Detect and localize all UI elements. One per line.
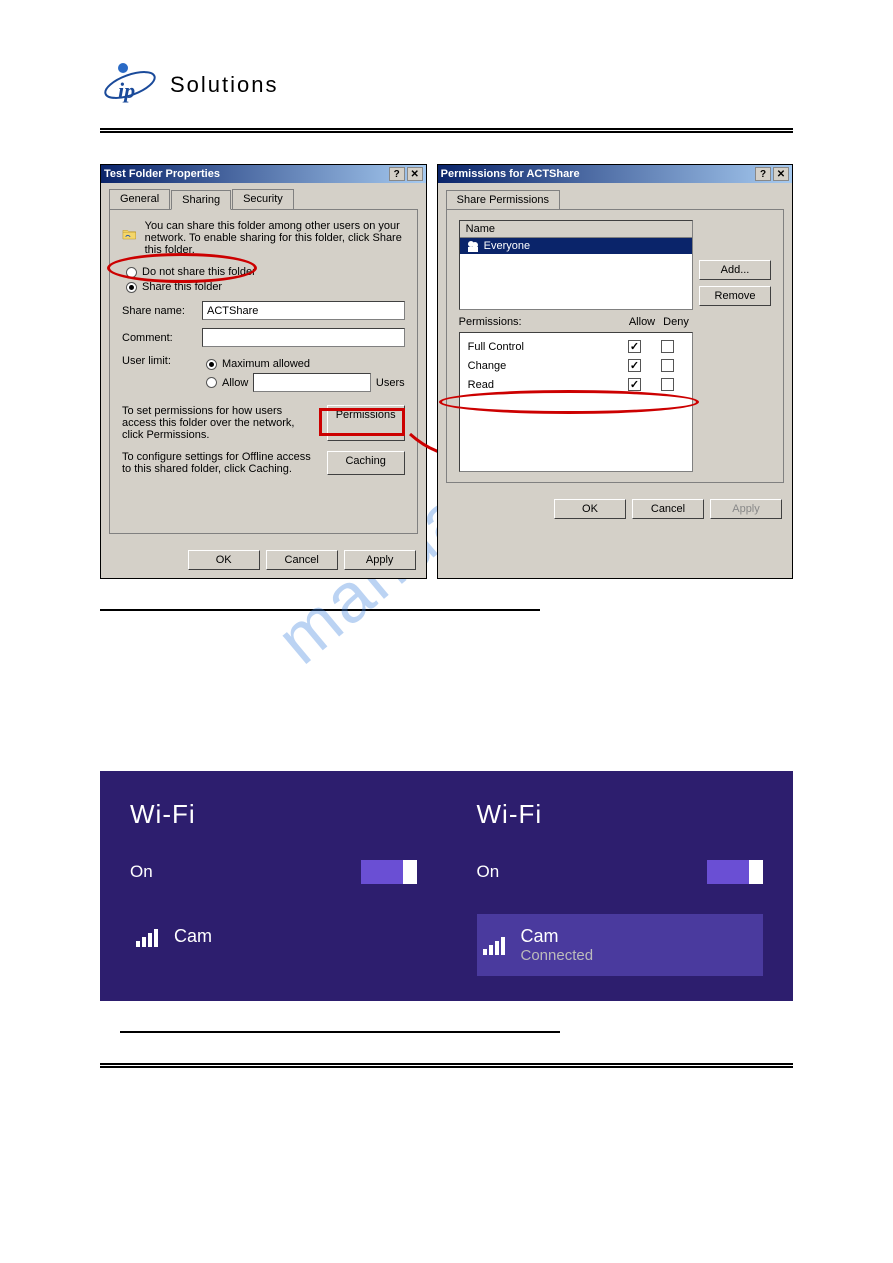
permissions-button[interactable]: Permissions [327,405,405,441]
tab-general[interactable]: General [109,189,170,209]
principals-listbox[interactable]: Name Everyone [459,220,693,310]
signal-bars-icon [136,927,160,947]
user-limit-row: User limit: Maximum allowed Allow Users [122,355,405,395]
permissions-list: Full Control Change Read [459,332,693,472]
tab-sharing[interactable]: Sharing [171,190,231,210]
shared-folder-icon [122,220,137,248]
perm-row-full-control: Full Control [468,337,684,356]
svg-text:ip: ip [118,78,135,103]
radio-no-share[interactable]: Do not share this folder [126,266,405,278]
allow-count-input[interactable] [253,373,371,392]
ip-logo-icon: ip [100,60,160,110]
allow-full-control-checkbox[interactable] [628,340,641,353]
wifi-toggle[interactable] [707,860,763,884]
deny-header: Deny [659,316,693,328]
radio-allow-n[interactable]: Allow Users [206,373,405,392]
tab-strip: General Sharing Security [101,183,426,209]
wifi-toggle[interactable] [361,860,417,884]
add-button[interactable]: Add... [699,260,771,280]
cancel-button[interactable]: Cancel [632,499,704,519]
close-button[interactable]: ✕ [773,167,789,181]
perm-row-change: Change [468,356,684,375]
dialog-title: Permissions for ACTShare [441,168,580,180]
comment-row: Comment: [122,328,405,347]
network-cam[interactable]: Cam [130,914,417,959]
share-description: You can share this folder among other us… [145,220,405,256]
apply-button[interactable]: Apply [710,499,782,519]
tab-security[interactable]: Security [232,189,294,209]
signal-bars-icon [483,935,507,955]
folder-properties-dialog: Test Folder Properties ? ✕ General Shari… [100,164,427,579]
radio-max-allowed[interactable]: Maximum allowed [206,358,405,370]
logo-text: Solutions [170,72,279,98]
network-cam-connected[interactable]: Cam Connected [477,914,764,976]
deny-full-control-checkbox[interactable] [661,340,674,353]
wifi-title: Wi-Fi [477,799,764,830]
wifi-panels: Wi-Fi On Cam Wi-Fi On [100,771,793,1001]
wifi-title: Wi-Fi [130,799,417,830]
radio-share-folder[interactable]: Share this folder [126,281,405,293]
share-name-row: Share name: [122,301,405,320]
apply-button[interactable]: Apply [344,550,416,570]
wifi-panel-before: Wi-Fi On Cam [100,771,447,1001]
permissions-desc: To set permissions for how users access … [122,405,317,441]
wifi-on-label: On [477,862,500,882]
wifi-on-label: On [130,862,153,882]
logo: ip Solutions [100,60,793,110]
deny-change-checkbox[interactable] [661,359,674,372]
help-button[interactable]: ? [755,167,771,181]
comment-input[interactable] [202,328,405,347]
close-button[interactable]: ✕ [407,167,423,181]
perm-row-read: Read [468,375,684,394]
allow-header: Allow [625,316,659,328]
wifi-panel-after: Wi-Fi On Cam Connected [447,771,794,1001]
group-icon [466,239,480,253]
permissions-dialog: Permissions for ACTShare ? ✕ Share Permi… [437,164,793,579]
titlebar: Permissions for ACTShare ? ✕ [438,165,792,183]
cancel-button[interactable]: Cancel [266,550,338,570]
sharing-tab-body: You can share this folder among other us… [109,209,418,534]
help-button[interactable]: ? [389,167,405,181]
titlebar: Test Folder Properties ? ✕ [101,165,426,183]
divider [120,1031,560,1033]
permissions-label: Permissions: [459,316,625,328]
caching-button[interactable]: Caching [327,451,405,475]
deny-read-checkbox[interactable] [661,378,674,391]
caching-desc: To configure settings for Offline access… [122,451,317,475]
dialog-title: Test Folder Properties [104,168,220,180]
list-item-everyone[interactable]: Everyone [460,238,692,254]
remove-button[interactable]: Remove [699,286,771,306]
divider [100,609,540,611]
list-header-name: Name [460,221,692,238]
allow-read-checkbox[interactable] [628,378,641,391]
tab-share-permissions[interactable]: Share Permissions [446,190,560,210]
ok-button[interactable]: OK [554,499,626,519]
ok-button[interactable]: OK [188,550,260,570]
allow-change-checkbox[interactable] [628,359,641,372]
share-name-input[interactable] [202,301,405,320]
